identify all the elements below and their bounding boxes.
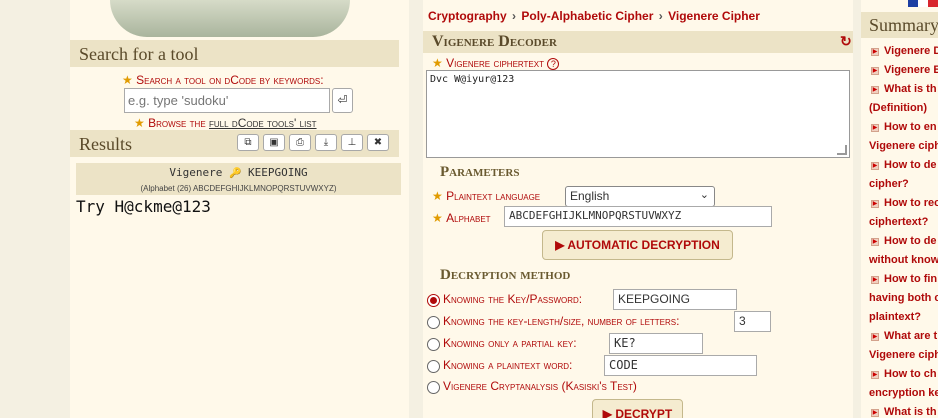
breadcrumb-separator: ›	[512, 9, 517, 23]
print-icon[interactable]: ⎙	[289, 134, 311, 151]
search-label: ★ Search a tool on dCode by keywords:	[122, 73, 324, 87]
breadcrumb: Cryptography › Poly-Alphabetic Cipher › …	[428, 9, 760, 23]
search-heading: Search for a tool	[70, 40, 399, 67]
decrypt-button[interactable]: ▶ DECRYPT	[592, 399, 683, 418]
parameters-heading: Parameters	[440, 164, 520, 180]
pin-icon[interactable]: ⊥	[341, 134, 363, 151]
result-box: Vigenere 🔑 KEEPGOING (Alphabet (26) ABCD…	[76, 163, 401, 195]
method-label: Knowing only a partial key:	[443, 336, 577, 350]
summary-item[interactable]: Vigenere D	[884, 42, 938, 61]
browse-line: ★ Browse the full dCode tools' list	[134, 116, 317, 130]
ciphertext-label: ★ Vigenere ciphertext ?	[432, 56, 560, 70]
ciphertext-input[interactable]: Dvc W@iyur@123	[426, 70, 850, 158]
browse-tools-link[interactable]: full dCode tools' list	[209, 116, 317, 130]
star-icon: ★	[432, 211, 443, 225]
chevron-down-icon: ⌄	[699, 189, 709, 201]
summary-item[interactable]: How to de	[884, 156, 937, 175]
arrow-icon: ▶	[871, 48, 879, 56]
radio-button[interactable]	[427, 381, 440, 394]
arrow-icon: ▶	[871, 200, 879, 208]
help-icon[interactable]: ?	[547, 58, 560, 70]
star-icon: ★	[134, 116, 145, 130]
method-label: Vigenere Cryptanalysis (Kasiski's Test)	[443, 379, 637, 393]
arrow-icon: ▶	[871, 67, 879, 75]
language-label: ★ Plaintext language	[432, 189, 541, 203]
star-icon: ★	[432, 189, 443, 203]
center-column: Cryptography › Poly-Alphabetic Cipher › …	[423, 0, 853, 418]
method-label: Knowing the Key/Password:	[443, 292, 583, 306]
automatic-decryption-button[interactable]: ▶ AUTOMATIC DECRYPTION	[542, 230, 733, 260]
summary-item[interactable]: Vigenere ciph	[869, 137, 938, 156]
summary-item[interactable]: Vigenere E	[884, 61, 938, 80]
summary-item[interactable]: How to fin	[884, 270, 937, 289]
radio-button[interactable]	[427, 360, 440, 373]
arrow-icon: ▶	[871, 409, 879, 417]
result-output: Try H@ckme@123	[76, 197, 211, 216]
arrow-icon: ▶	[871, 276, 879, 284]
summary-item[interactable]: without know	[869, 251, 938, 270]
method-label: Knowing a plaintext word:	[443, 358, 573, 372]
radio-button[interactable]	[427, 338, 440, 351]
download-icon[interactable]: ⤓	[315, 134, 337, 151]
flag-icon[interactable]	[908, 0, 938, 7]
key-icon: 🔑	[228, 168, 242, 179]
breadcrumb-separator: ›	[658, 9, 663, 23]
summary-item[interactable]: (Definition)	[869, 99, 927, 118]
refresh-icon[interactable]: ↻	[840, 33, 852, 50]
copy-icon[interactable]: ⧉	[237, 134, 259, 151]
alphabet-input[interactable]: ABCDEFGHIJKLMNOPQRSTUVWXYZ	[504, 206, 772, 227]
summary-item[interactable]: How to ch	[884, 365, 937, 384]
alphabet-note: (Alphabet (26) ABCDEFGHIJKLMNOPQRSTUVWXY…	[140, 184, 337, 193]
breadcrumb-vigenere[interactable]: Vigenere Cipher	[668, 9, 760, 23]
breadcrumb-cryptography[interactable]: Cryptography	[428, 9, 507, 23]
left-column: Search for a tool ★ Search a tool on dCo…	[70, 0, 409, 418]
summary-item[interactable]: What is th	[884, 403, 937, 418]
banner-image	[110, 0, 350, 37]
summary-item[interactable]: What are t	[884, 327, 937, 346]
key-input[interactable]: KEEPGOING	[613, 289, 737, 310]
summary-item[interactable]: What is th	[884, 80, 937, 99]
resize-handle[interactable]	[837, 145, 847, 155]
search-go-button[interactable]: ⏎	[332, 88, 353, 113]
summary-item[interactable]: ciphertext?	[869, 213, 928, 232]
summary-item[interactable]: Vigenere ciph	[869, 346, 938, 365]
arrow-icon: ▶	[871, 124, 879, 132]
close-icon[interactable]: ✖	[367, 134, 389, 151]
search-input[interactable]	[124, 88, 330, 113]
summary-item[interactable]: cipher?	[869, 175, 909, 194]
screenshot-icon[interactable]: ▣	[263, 134, 285, 151]
breadcrumb-poly-alphabetic[interactable]: Poly-Alphabetic Cipher	[521, 9, 653, 23]
summary-item[interactable]: How to en	[884, 118, 937, 137]
arrow-icon: ▶	[871, 162, 879, 170]
decryption-method-heading: Decryption method	[440, 267, 571, 283]
summary-item[interactable]: plaintext?	[869, 308, 921, 327]
radio-button[interactable]	[427, 316, 440, 329]
arrow-icon: ▶	[871, 333, 879, 341]
key-length-input[interactable]: 3	[734, 311, 771, 332]
result-key-line: Vigenere 🔑 KEEPGOING	[169, 166, 308, 179]
alphabet-label: ★ Alphabet	[432, 211, 491, 225]
radio-button[interactable]	[427, 294, 440, 307]
partial-key-input[interactable]: KE?	[609, 333, 703, 354]
summary-item[interactable]: encryption ke	[869, 384, 938, 403]
summary-heading: Summary	[861, 12, 938, 38]
arrow-icon: ▶	[871, 238, 879, 246]
decoder-title: Vigenere Decoder	[423, 31, 853, 53]
summary-item[interactable]: How to rec	[884, 194, 938, 213]
summary-item[interactable]: having both c	[869, 289, 938, 308]
method-label: Knowing the key-length/size, number of l…	[443, 314, 680, 328]
star-icon: ★	[122, 73, 133, 87]
summary-item[interactable]: How to de	[884, 232, 937, 251]
plaintext-word-input[interactable]: CODE	[604, 355, 757, 376]
arrow-icon: ▶	[871, 86, 879, 94]
language-select[interactable]: English ⌄	[565, 186, 715, 207]
right-column: Summary Vigenere D ▶ Vigenere E ▶ What is th…	[861, 0, 938, 418]
arrow-icon: ▶	[871, 371, 879, 379]
star-icon: ★	[432, 56, 443, 70]
